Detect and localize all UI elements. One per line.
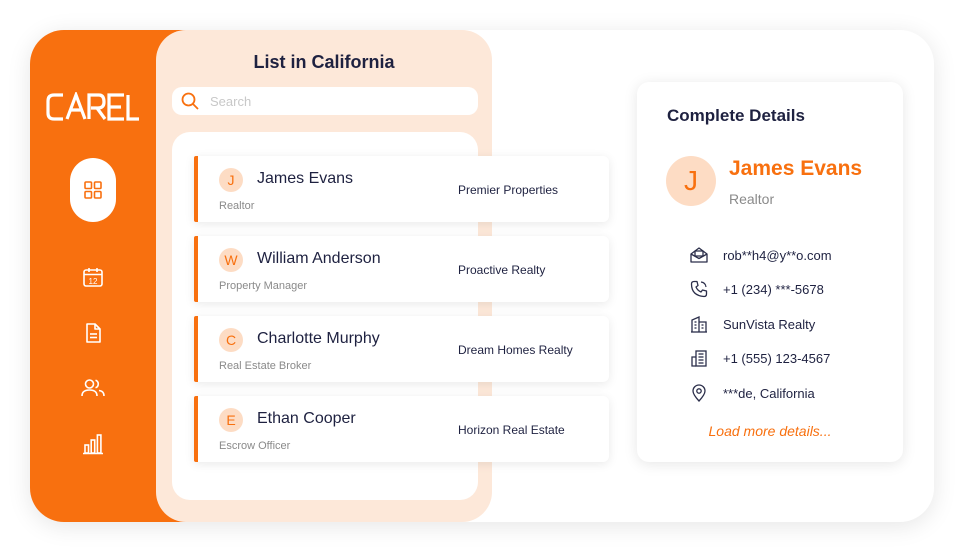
search-bar[interactable] [172,87,478,115]
details-name: James Evans [729,157,863,180]
nav-users-button[interactable] [69,364,117,412]
list-item[interactable]: E Ethan Cooper Escrow Officer Horizon Re… [194,396,609,462]
phone-row: +1 (234) ***-5678 [690,279,824,299]
contact-role: Escrow Officer [219,440,291,452]
avatar: J [666,156,716,206]
contact-name: Charlotte Murphy [257,330,380,347]
search-icon [181,92,199,110]
calendar-icon: 12 [83,268,103,287]
contact-name: James Evans [257,170,354,187]
company-row: SunVista Realty [690,314,815,334]
calendar-day-label: 12 [89,277,98,286]
contact-company: Dream Homes Realty [458,343,573,357]
contact-role: Real Estate Broker [219,360,312,372]
avatar: J [219,168,243,192]
nav-dashboard-button[interactable] [70,158,116,222]
avatar: C [219,328,243,352]
contact-company: Horizon Real Estate [458,423,565,437]
details-role: Realtor [729,191,775,207]
list-title: List in California [253,52,395,72]
contact-company: Proactive Realty [458,263,546,277]
email-row: rob**h4@y**o.com [690,245,832,265]
list-item[interactable]: W William Anderson Property Manager Proa… [194,236,609,302]
phone-icon [690,280,708,298]
location-value: ***de, California [723,385,815,401]
app-frame: 12 List in California Search J James Eva… [30,30,934,522]
contact-role: Realtor [219,200,255,212]
avatar: E [219,408,243,432]
list-item[interactable]: J James Evans Realtor Premier Properties [194,156,609,222]
building-icon [690,315,708,333]
grid-icon [84,181,102,199]
office-phone-value: +1 (555) 123-4567 [723,350,831,366]
contact-role: Property Manager [219,280,308,292]
nav-documents-button[interactable] [69,309,117,357]
nav-calendar-button[interactable]: 12 [69,253,117,301]
location-row: ***de, California [690,383,815,403]
phone-value: +1 (234) ***-5678 [723,281,824,297]
carel-logo [46,92,139,121]
users-icon [81,379,105,397]
location-pin-icon [690,384,708,402]
details-card: Complete Details J James Evans Realtor r… [637,82,903,462]
details-title: Complete Details [667,106,805,125]
nav-analytics-button[interactable] [69,420,117,468]
email-value: rob**h4@y**o.com [723,247,832,263]
contact-company: Premier Properties [458,183,559,197]
office-phone-row: +1 (555) 123-4567 [690,348,830,368]
load-more-link[interactable]: Load more details... [637,423,903,439]
mail-icon [690,246,708,264]
bar-chart-icon [83,434,103,455]
company-value: SunVista Realty [723,316,816,332]
contact-name: Ethan Cooper [257,410,356,427]
avatar: W [219,248,243,272]
document-icon [86,323,101,343]
search-input[interactable] [208,92,472,110]
list-item[interactable]: C Charlotte Murphy Real Estate Broker Dr… [194,316,609,382]
office-building-icon [690,349,708,367]
contact-name: William Anderson [257,250,381,267]
